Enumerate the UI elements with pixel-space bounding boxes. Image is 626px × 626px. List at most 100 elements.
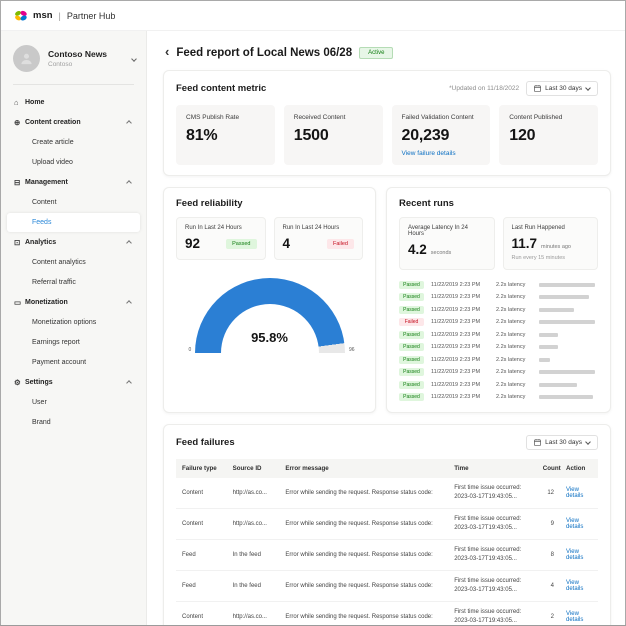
error-message-cell: Error while sending the request. Respons…: [279, 508, 448, 539]
sidebar-item[interactable]: Upload video: [7, 153, 140, 172]
source-id-cell: http://as.co...: [227, 601, 280, 625]
failures-date-range-dropdown[interactable]: Last 30 days: [526, 435, 598, 450]
run-status-badge: Passed: [226, 239, 256, 249]
run-latency: 2.2s latency: [496, 357, 532, 363]
run-latency: 2.2s latency: [496, 332, 532, 338]
sidebar-item[interactable]: Payment account: [7, 353, 140, 372]
chevron-up-icon: [126, 300, 132, 306]
sidebar-item-label: Earnings report: [32, 339, 127, 346]
action-cell: View details: [560, 601, 598, 625]
date-range-value: Last 30 days: [545, 85, 582, 92]
col-time: Time: [448, 459, 537, 478]
table-row: Content http://as.co... Error while send…: [176, 508, 598, 539]
chevron-up-icon: [126, 180, 132, 186]
view-details-link[interactable]: View details: [566, 518, 583, 530]
source-id-cell: http://as.co...: [227, 478, 280, 509]
sidebar-item[interactable]: Create article: [7, 133, 140, 152]
sidebar-item[interactable]: Earnings report: [7, 333, 140, 352]
run-status-badge: Passed: [399, 368, 424, 376]
recent-runs-list: Passed 11/22/2019 2:23 PM 2.2s latency P…: [399, 280, 598, 402]
reliability-stats: Run In Last 24 Hours 92 Passed Run In La…: [176, 217, 363, 260]
col-error-message: Error message: [279, 459, 448, 478]
feed-failures-card: Feed failures Last 30 days Failure type: [163, 424, 611, 626]
run-bar: [539, 295, 589, 299]
avatar: [13, 45, 40, 72]
time-cell: First time issue occurred: 2023-03-17T19…: [448, 539, 537, 570]
sidebar-item[interactable]: ⊟ Management: [7, 173, 140, 192]
sidebar-item-label: Payment account: [32, 359, 127, 366]
sidebar-item-label: Brand: [32, 419, 127, 426]
run-timestamp: 11/22/2019 2:23 PM: [431, 319, 489, 325]
action-cell: View details: [560, 508, 598, 539]
run-row: Passed 11/22/2019 2:23 PM 2.2s latency: [399, 393, 598, 402]
sidebar-item[interactable]: ⊡ Analytics: [7, 233, 140, 252]
sidebar-item-label: Content analytics: [32, 259, 127, 266]
view-details-link[interactable]: View details: [566, 487, 583, 499]
run-row: Passed 11/22/2019 2:23 PM 2.2s latency: [399, 293, 598, 302]
run-status-badge: Passed: [399, 331, 424, 339]
run-latency: 2.2s latency: [496, 369, 532, 375]
run-timestamp: 11/22/2019 2:23 PM: [431, 307, 489, 313]
sidebar-item[interactable]: Monetization options: [7, 313, 140, 332]
run-timestamp: 11/22/2019 2:23 PM: [431, 294, 489, 300]
analytics-icon: ⊡: [14, 238, 25, 247]
top-bar: msn | Partner Hub: [1, 1, 625, 31]
sidebar-item[interactable]: User: [7, 393, 140, 412]
run-row: Passed 11/22/2019 2:23 PM 2.2s latency: [399, 368, 598, 377]
failure-type-cell: Content: [176, 478, 227, 509]
run-timestamp: 11/22/2019 2:23 PM: [431, 332, 489, 338]
sidebar-nav: ⌂ Home ⊕ Content creation Create article: [1, 93, 146, 432]
sidebar-item[interactable]: Referral traffic: [7, 273, 140, 292]
run-row: Failed 11/22/2019 2:23 PM 2.2s latency: [399, 318, 598, 327]
reliability-stat-box: Run In Last 24 Hours 92 Passed: [176, 217, 266, 260]
gauge-min-label: 0: [189, 347, 192, 353]
recent-runs-card: Recent runs Average Latency In 24 Hours …: [386, 187, 611, 413]
table-header-row: Failure type Source ID Error message Tim…: [176, 459, 598, 478]
feed-content-metric-card: Feed content metric *Updated on 11/18/20…: [163, 70, 611, 176]
count-cell: 12: [537, 478, 560, 509]
run-bar-track: [539, 395, 598, 399]
action-cell: View details: [560, 478, 598, 509]
back-button[interactable]: ‹: [165, 45, 169, 60]
col-action: Action: [560, 459, 598, 478]
sidebar-item[interactable]: Brand: [7, 413, 140, 432]
date-range-dropdown[interactable]: Last 30 days: [526, 81, 598, 96]
metric-box: Content Published 120: [499, 105, 598, 165]
col-failure-type: Failure type: [176, 459, 227, 478]
count-cell: 8: [537, 539, 560, 570]
recent-runs-stat-box: Last Run Happened 11.7 minutes ago Run e…: [503, 217, 599, 270]
metric-box: Failed Validation Content 20,239 View fa…: [392, 105, 491, 165]
chevron-up-icon: [126, 240, 132, 246]
metric-box: Received Content 1500: [284, 105, 383, 165]
time-cell: First time issue occurred: 2023-03-17T19…: [448, 601, 537, 625]
metric-label: Content Published: [509, 114, 588, 121]
count-cell: 9: [537, 508, 560, 539]
sidebar-item[interactable]: Content analytics: [7, 253, 140, 272]
run-bar-track: [539, 283, 598, 287]
sidebar-item[interactable]: ▭ Monetization: [7, 293, 140, 312]
failure-type-cell: Content: [176, 601, 227, 625]
error-message-cell: Error while sending the request. Respons…: [279, 478, 448, 509]
view-details-link[interactable]: View details: [566, 611, 583, 623]
account-switcher[interactable]: Contoso News Contoso: [1, 37, 146, 78]
table-row: Feed In the feed Error while sending the…: [176, 539, 598, 570]
error-message-cell: Error while sending the request. Respons…: [279, 539, 448, 570]
sidebar-item[interactable]: ⊕ Content creation: [7, 113, 140, 132]
count-cell: 2: [537, 601, 560, 625]
run-latency: 2.2s latency: [496, 344, 532, 350]
settings-icon: ⚙: [14, 378, 25, 387]
sidebar-item[interactable]: ⌂ Home: [7, 93, 140, 112]
app-name: Partner Hub: [67, 11, 116, 21]
sidebar-item[interactable]: ⚙ Settings: [7, 373, 140, 392]
run-latency: 2.2s latency: [496, 294, 532, 300]
view-failure-details-link[interactable]: View failure details: [402, 150, 481, 157]
time-cell: First time issue occurred: 2023-03-17T19…: [448, 508, 537, 539]
monetization-icon: ▭: [14, 298, 25, 307]
failure-type-cell: Feed: [176, 539, 227, 570]
view-details-link[interactable]: View details: [566, 549, 583, 561]
chevron-up-icon: [126, 120, 132, 126]
run-status-badge: Passed: [399, 306, 424, 314]
sidebar-item[interactable]: Content: [7, 193, 140, 212]
sidebar-item[interactable]: Feeds: [7, 213, 140, 232]
view-details-link[interactable]: View details: [566, 580, 583, 592]
